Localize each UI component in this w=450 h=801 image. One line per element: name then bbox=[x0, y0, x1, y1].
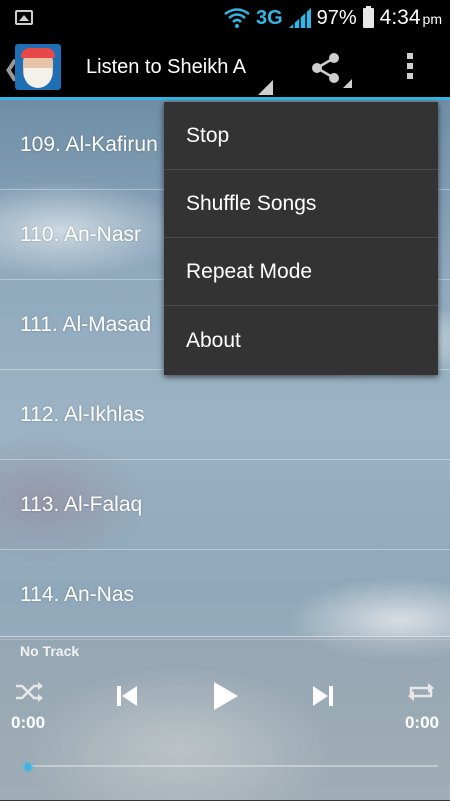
track-item[interactable]: 112. Al-Ikhlas bbox=[0, 370, 450, 460]
title-dropdown-indicator bbox=[258, 80, 273, 95]
menu-item-repeat-mode[interactable]: Repeat Mode bbox=[164, 238, 438, 306]
repeat-icon[interactable] bbox=[406, 680, 436, 704]
menu-item-about[interactable]: About bbox=[164, 306, 438, 375]
track-label: 109. Al-Kafirun bbox=[20, 132, 158, 156]
app-icon[interactable] bbox=[15, 44, 61, 90]
status-bar: 3G 97% 4:34 pm bbox=[0, 0, 450, 36]
track-label: 114. An-Nas bbox=[20, 582, 135, 606]
menu-item-stop[interactable]: Stop bbox=[164, 102, 438, 170]
shuffle-icon[interactable] bbox=[14, 680, 44, 704]
next-track-button[interactable] bbox=[310, 683, 336, 709]
share-icon bbox=[312, 53, 339, 83]
menu-item-label: Stop bbox=[186, 123, 230, 147]
menu-item-label: Repeat Mode bbox=[186, 259, 313, 283]
track-label: 111. Al-Masad bbox=[20, 312, 152, 336]
signal-icon bbox=[288, 8, 311, 28]
seek-bar[interactable] bbox=[28, 765, 438, 767]
track-label: 113. Al-Falaq bbox=[20, 492, 143, 516]
avatar-headscarf bbox=[21, 48, 55, 58]
gallery-notification-icon bbox=[15, 10, 33, 25]
overflow-dot bbox=[407, 73, 413, 79]
clock-ampm: pm bbox=[422, 11, 442, 27]
overflow-menu-icon[interactable] bbox=[400, 50, 420, 86]
overflow-menu: Stop Shuffle Songs Repeat Mode About bbox=[164, 102, 438, 375]
track-label: 110. An-Nasr bbox=[20, 222, 142, 246]
avatar-beard bbox=[24, 68, 52, 88]
clock-time: 4:34 bbox=[379, 6, 421, 29]
overflow-dot bbox=[407, 63, 413, 69]
menu-item-label: Shuffle Songs bbox=[186, 191, 317, 215]
track-item[interactable]: 113. Al-Falaq bbox=[0, 460, 450, 550]
seek-thumb[interactable] bbox=[22, 761, 34, 773]
menu-item-shuffle-songs[interactable]: Shuffle Songs bbox=[164, 170, 438, 238]
network-type: 3G bbox=[255, 6, 283, 29]
action-bar: ❮ Listen to Sheikh A bbox=[0, 36, 450, 100]
wifi-icon bbox=[224, 8, 250, 28]
battery-icon bbox=[362, 6, 374, 28]
elapsed-time: 0:00 bbox=[11, 713, 46, 732]
share-button[interactable] bbox=[306, 48, 352, 88]
app-title[interactable]: Listen to Sheikh A bbox=[86, 56, 246, 79]
battery-percent: 97% bbox=[316, 6, 357, 29]
menu-item-label: About bbox=[186, 328, 241, 352]
clock: 4:34 pm bbox=[380, 6, 442, 30]
play-button[interactable] bbox=[210, 681, 240, 711]
player-controls: No Track 0:00 0:00 bbox=[0, 636, 450, 801]
share-dropdown-indicator bbox=[343, 79, 352, 88]
track-label: 112. Al-Ikhlas bbox=[20, 402, 145, 426]
track-item[interactable]: 114. An-Nas bbox=[0, 550, 450, 640]
status-indicators: 3G 97% 4:34 pm bbox=[224, 0, 442, 36]
overflow-dot bbox=[407, 53, 413, 59]
previous-track-button[interactable] bbox=[114, 683, 140, 709]
total-duration: 0:00 bbox=[404, 713, 439, 732]
now-playing-label: No Track bbox=[20, 643, 80, 659]
